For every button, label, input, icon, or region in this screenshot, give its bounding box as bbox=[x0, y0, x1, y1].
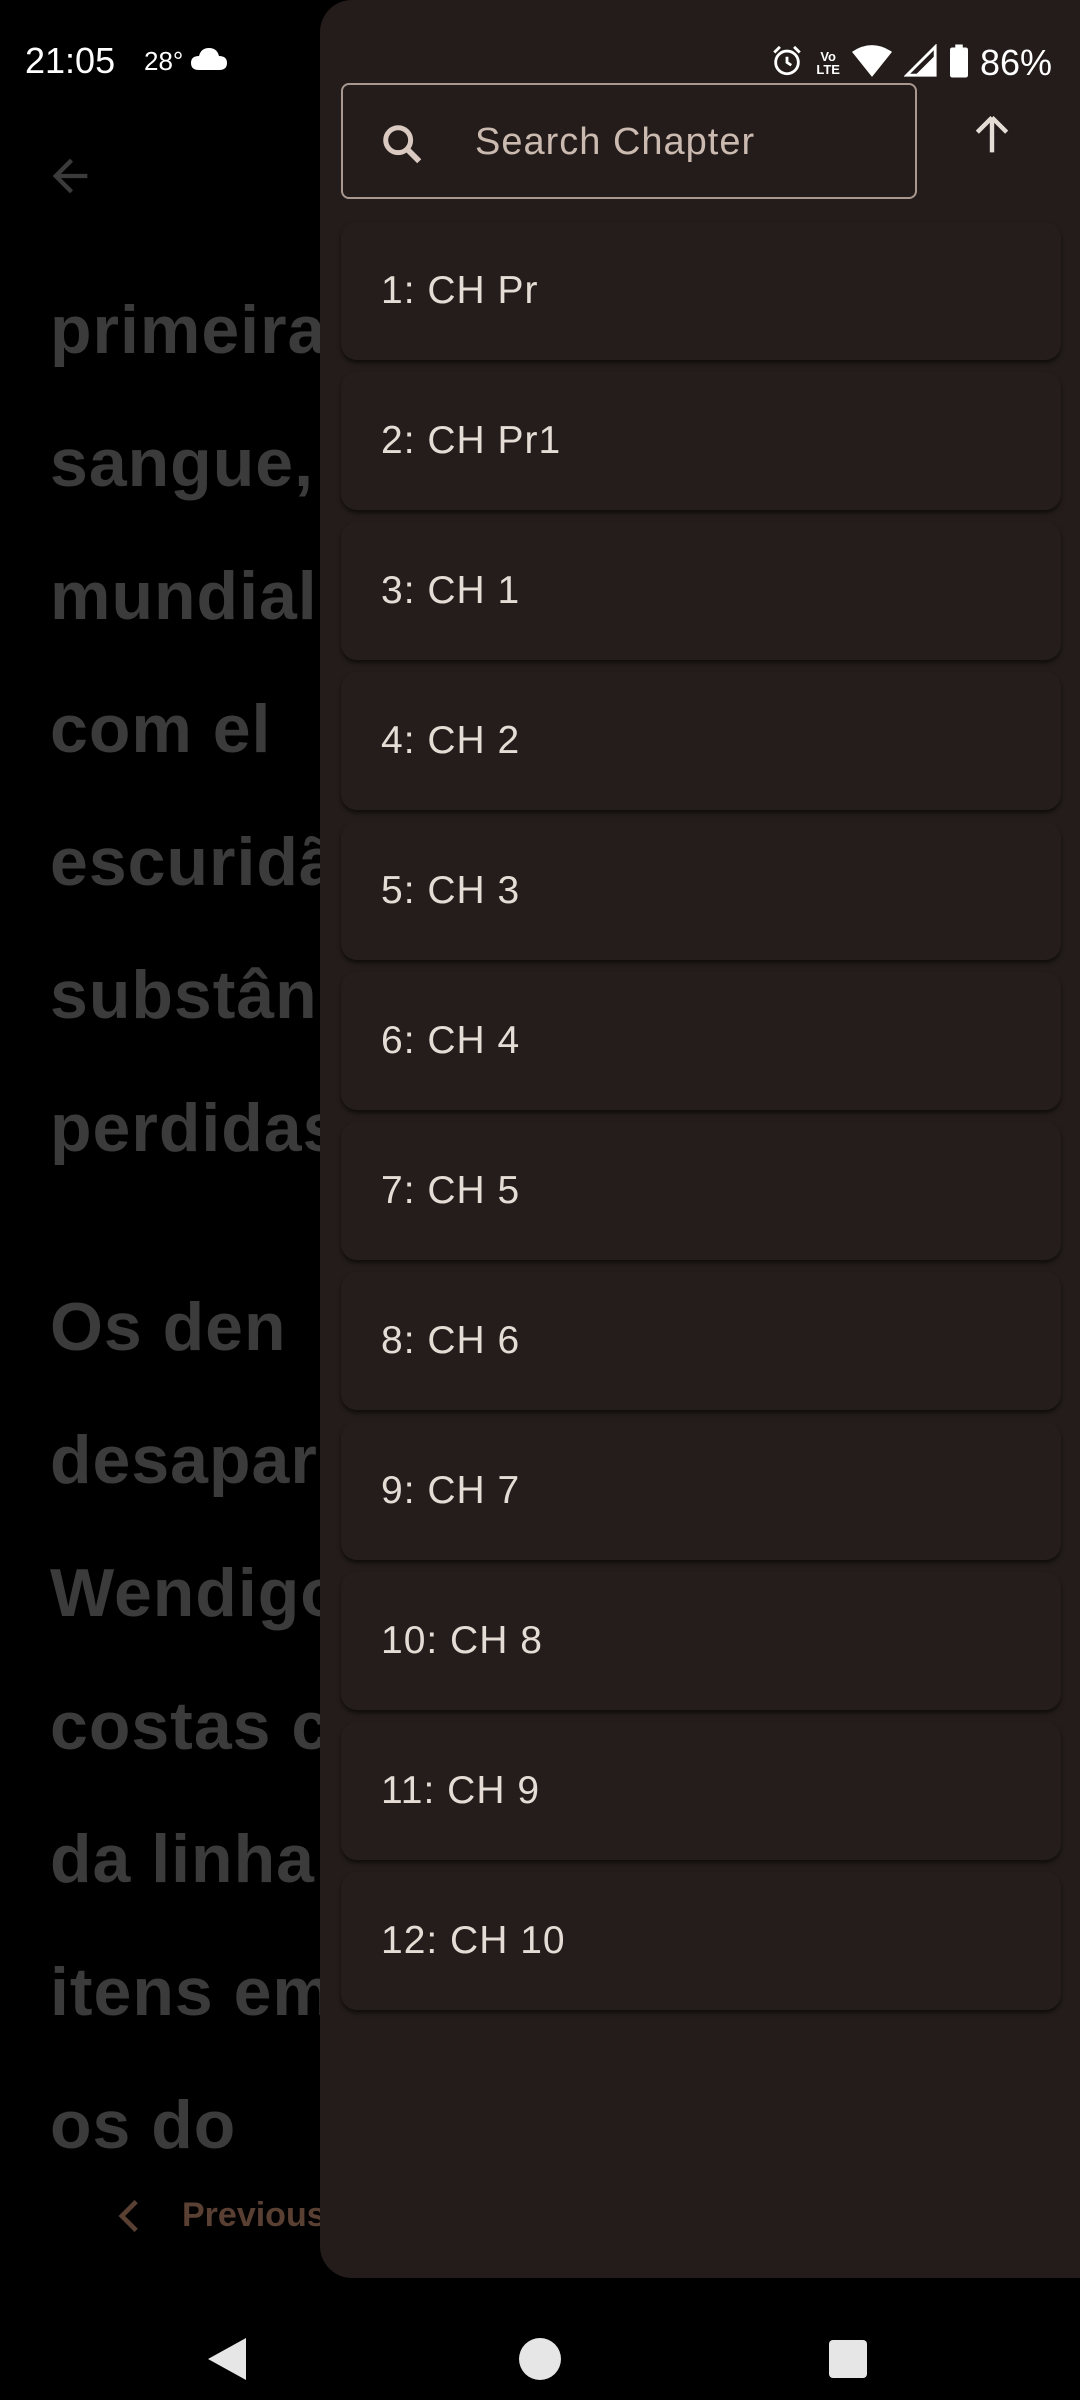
search-chapter-input[interactable] bbox=[473, 109, 897, 175]
chapter-item[interactable]: 7: CH 5 bbox=[341, 1122, 1061, 1260]
chapter-item[interactable]: 12: CH 10 bbox=[341, 1872, 1061, 2010]
arrow-up-icon bbox=[975, 115, 1009, 153]
chapter-label: 3: CH 1 bbox=[381, 569, 521, 612]
wifi-icon bbox=[851, 44, 892, 82]
signal-icon bbox=[903, 42, 938, 83]
chapter-label: 11: CH 9 bbox=[381, 1769, 541, 1812]
chapter-item[interactable]: 4: CH 2 bbox=[341, 672, 1061, 810]
chapter-item[interactable]: 5: CH 3 bbox=[341, 822, 1061, 960]
chapter-item[interactable]: 10: CH 8 bbox=[341, 1572, 1061, 1710]
battery-percent: 86% bbox=[979, 42, 1052, 83]
chapter-label: 2: CH Pr1 bbox=[381, 419, 562, 462]
nav-recents-icon[interactable] bbox=[829, 2340, 867, 2378]
alarm-icon bbox=[770, 44, 804, 83]
back-arrow-icon[interactable] bbox=[44, 150, 96, 207]
chapter-label: 8: CH 6 bbox=[381, 1319, 521, 1362]
status-time: 21:05 bbox=[25, 40, 116, 81]
chapter-label: 12: CH 10 bbox=[381, 1919, 566, 1962]
chapter-item[interactable]: 9: CH 7 bbox=[341, 1422, 1061, 1560]
battery-icon bbox=[949, 44, 968, 83]
previous-label: Previous bbox=[182, 2196, 326, 2234]
chapter-item[interactable]: 8: CH 6 bbox=[341, 1272, 1061, 1410]
navigation-bar bbox=[0, 2278, 1080, 2400]
cloud-icon bbox=[190, 46, 228, 77]
nav-back-icon[interactable] bbox=[206, 2336, 248, 2387]
volte-icon: Vo LTE bbox=[816, 49, 840, 77]
chapter-item[interactable]: 1: CH Pr bbox=[341, 222, 1061, 360]
chevron-left-icon bbox=[118, 2199, 138, 2232]
status-temperature: 28° bbox=[144, 46, 184, 76]
chapter-label: 10: CH 8 bbox=[381, 1619, 543, 1662]
chapter-label: 6: CH 4 bbox=[381, 1019, 521, 1062]
search-chapter-field[interactable] bbox=[341, 83, 917, 199]
chapter-label: 7: CH 5 bbox=[381, 1169, 521, 1212]
chapter-list: 1: CH Pr 2: CH Pr1 3: CH 1 4: CH 2 5: CH 3 6:… bbox=[341, 222, 1061, 2022]
chapter-label: 1: CH Pr bbox=[381, 269, 539, 312]
chapter-item[interactable]: 2: CH Pr1 bbox=[341, 372, 1061, 510]
chapter-item[interactable]: 3: CH 1 bbox=[341, 522, 1061, 660]
chapter-item[interactable]: 6: CH 4 bbox=[341, 972, 1061, 1110]
previous-button[interactable]: Previous bbox=[118, 2196, 326, 2235]
chapter-label: 9: CH 7 bbox=[381, 1469, 521, 1512]
chapter-item[interactable]: 11: CH 9 bbox=[341, 1722, 1061, 1860]
search-icon bbox=[379, 121, 425, 172]
chapter-label: 4: CH 2 bbox=[381, 719, 521, 762]
chapter-label: 5: CH 3 bbox=[381, 869, 521, 912]
scroll-top-button[interactable] bbox=[970, 112, 1014, 161]
nav-home-icon[interactable] bbox=[519, 2338, 561, 2380]
